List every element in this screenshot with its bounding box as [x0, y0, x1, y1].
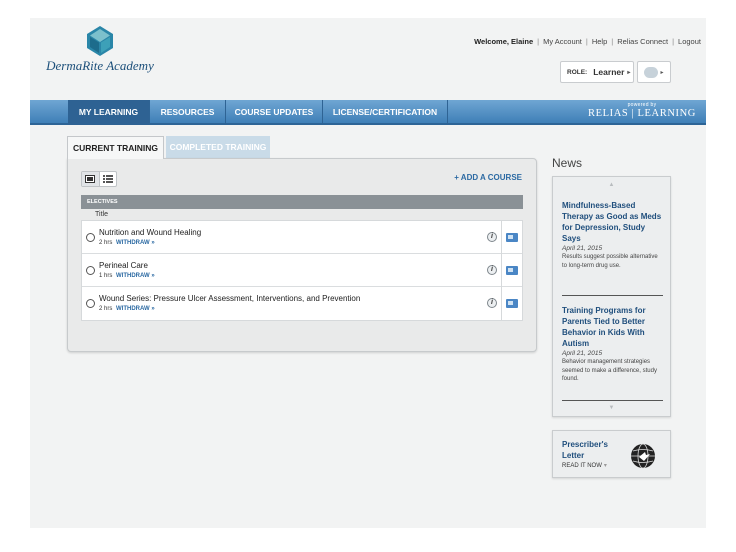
list-view-button[interactable]: [100, 172, 117, 186]
info-icon[interactable]: i: [487, 232, 497, 242]
course-meta: 1 hrs WITHDRAW »: [99, 273, 155, 279]
course-list: Nutrition and Wound Healing 2 hrs WITHDR…: [81, 220, 523, 321]
news-panel: ▲ Mindfulness-Based Therapy as Good as M…: [552, 176, 671, 417]
list-view-icon: [102, 175, 113, 183]
nav-my-learning[interactable]: MY LEARNING: [68, 100, 150, 125]
prescribers-letter-title: Prescriber's Letter: [562, 440, 608, 460]
row-divider: [501, 287, 502, 320]
nav-license-certification[interactable]: LICENSE/CERTIFICATION: [323, 100, 448, 125]
nav-course-updates[interactable]: COURSE UPDATES: [226, 100, 323, 125]
logo[interactable]: DermaRite Academy: [45, 26, 155, 92]
course-duration: 2 hrs: [99, 240, 113, 246]
row-divider: [501, 221, 502, 254]
relias-logo-text: RELIAS | LEARNING: [588, 108, 696, 119]
launch-course-icon[interactable]: [506, 299, 518, 308]
course-meta: 2 hrs WITHDRAW »: [99, 240, 155, 246]
training-panel: + ADD A COURSE ELECTIVES Title Nutrition…: [67, 158, 537, 352]
user-links: Welcome, Elaine | My Account | Help | Relias C…: [474, 37, 701, 46]
course-select-radio[interactable]: [86, 266, 95, 275]
news-divider: [562, 400, 663, 401]
tab-completed-training[interactable]: COMPLETED TRAINING: [166, 136, 270, 158]
launch-course-icon[interactable]: [506, 266, 518, 275]
withdraw-link[interactable]: WITHDRAW »: [116, 273, 155, 279]
grid-view-icon: [85, 175, 96, 183]
course-duration: 1 hrs: [99, 273, 113, 279]
role-value: Learner: [593, 67, 625, 77]
welcome-text: Welcome, Elaine: [474, 37, 534, 46]
nav-resources[interactable]: RESOURCES: [150, 100, 226, 125]
view-toggle: [81, 171, 117, 187]
course-duration: 2 hrs: [99, 306, 113, 312]
course-row: Perineal Care 1 hrs WITHDRAW » i: [82, 254, 522, 287]
role-label: ROLE:: [567, 68, 588, 76]
news-date: April 21, 2015: [562, 245, 603, 252]
course-title[interactable]: Perineal Care: [99, 261, 148, 270]
relias-brand: powered by RELIAS | LEARNING: [583, 102, 701, 119]
caret-down-icon: ▸: [627, 69, 631, 76]
grid-view-button[interactable]: [82, 172, 100, 186]
caret-right-icon: ▸: [660, 69, 664, 76]
globe-icon: [631, 443, 655, 469]
add-course-link[interactable]: + ADD A COURSE: [454, 173, 522, 182]
chat-bubble-icon: [644, 66, 659, 78]
scroll-up-icon[interactable]: ▲: [553, 182, 670, 188]
course-title[interactable]: Wound Series: Pressure Ulcer Assessment,…: [99, 294, 360, 303]
section-header-electives: ELECTIVES: [81, 195, 523, 209]
chat-button[interactable]: ▸: [637, 61, 671, 83]
my-account-link[interactable]: My Account: [543, 37, 582, 46]
news-date: April 21, 2015: [562, 350, 603, 357]
scroll-down-icon[interactable]: ▼: [553, 405, 670, 411]
news-summary: Results suggest possible alternative to …: [562, 254, 658, 269]
logout-link[interactable]: Logout: [678, 37, 701, 46]
row-divider: [501, 254, 502, 287]
tab-current-training[interactable]: CURRENT TRAINING: [67, 136, 164, 159]
logo-text: DermaRite Academy: [46, 58, 154, 73]
role-selector[interactable]: ROLE: Learner ▸: [560, 61, 634, 83]
news-heading: News: [552, 156, 583, 170]
news-divider: [562, 295, 663, 296]
launch-course-icon[interactable]: [506, 233, 518, 242]
main-nav: MY LEARNING RESOURCES COURSE UPDATES LIC…: [30, 100, 706, 125]
info-icon[interactable]: i: [487, 298, 497, 308]
course-select-radio[interactable]: [86, 299, 95, 308]
read-it-now-link[interactable]: READ IT NOW ▾: [562, 462, 607, 469]
course-title[interactable]: Nutrition and Wound Healing: [99, 228, 201, 237]
course-select-radio[interactable]: [86, 233, 95, 242]
help-link[interactable]: Help: [592, 37, 607, 46]
relias-connect-link[interactable]: Relias Connect: [617, 37, 668, 46]
logo-mark-icon: [87, 26, 113, 56]
news-title[interactable]: Mindfulness-Based Therapy as Good as Med…: [562, 200, 664, 244]
news-item: Mindfulness-Based Therapy as Good as Med…: [562, 200, 664, 270]
news-summary: Behavior management strategies seemed to…: [562, 359, 657, 382]
withdraw-link[interactable]: WITHDRAW »: [116, 306, 155, 312]
news-item: Training Programs for Parents Tied to Be…: [562, 305, 664, 384]
prescribers-letter-panel: Prescriber's Letter READ IT NOW ▾: [552, 430, 671, 478]
news-title[interactable]: Training Programs for Parents Tied to Be…: [562, 305, 664, 349]
info-icon[interactable]: i: [487, 265, 497, 275]
withdraw-link[interactable]: WITHDRAW »: [116, 240, 155, 246]
course-meta: 2 hrs WITHDRAW »: [99, 306, 155, 312]
column-header-title: Title: [95, 211, 108, 218]
course-row: Wound Series: Pressure Ulcer Assessment,…: [82, 287, 522, 320]
course-row: Nutrition and Wound Healing 2 hrs WITHDR…: [82, 221, 522, 254]
